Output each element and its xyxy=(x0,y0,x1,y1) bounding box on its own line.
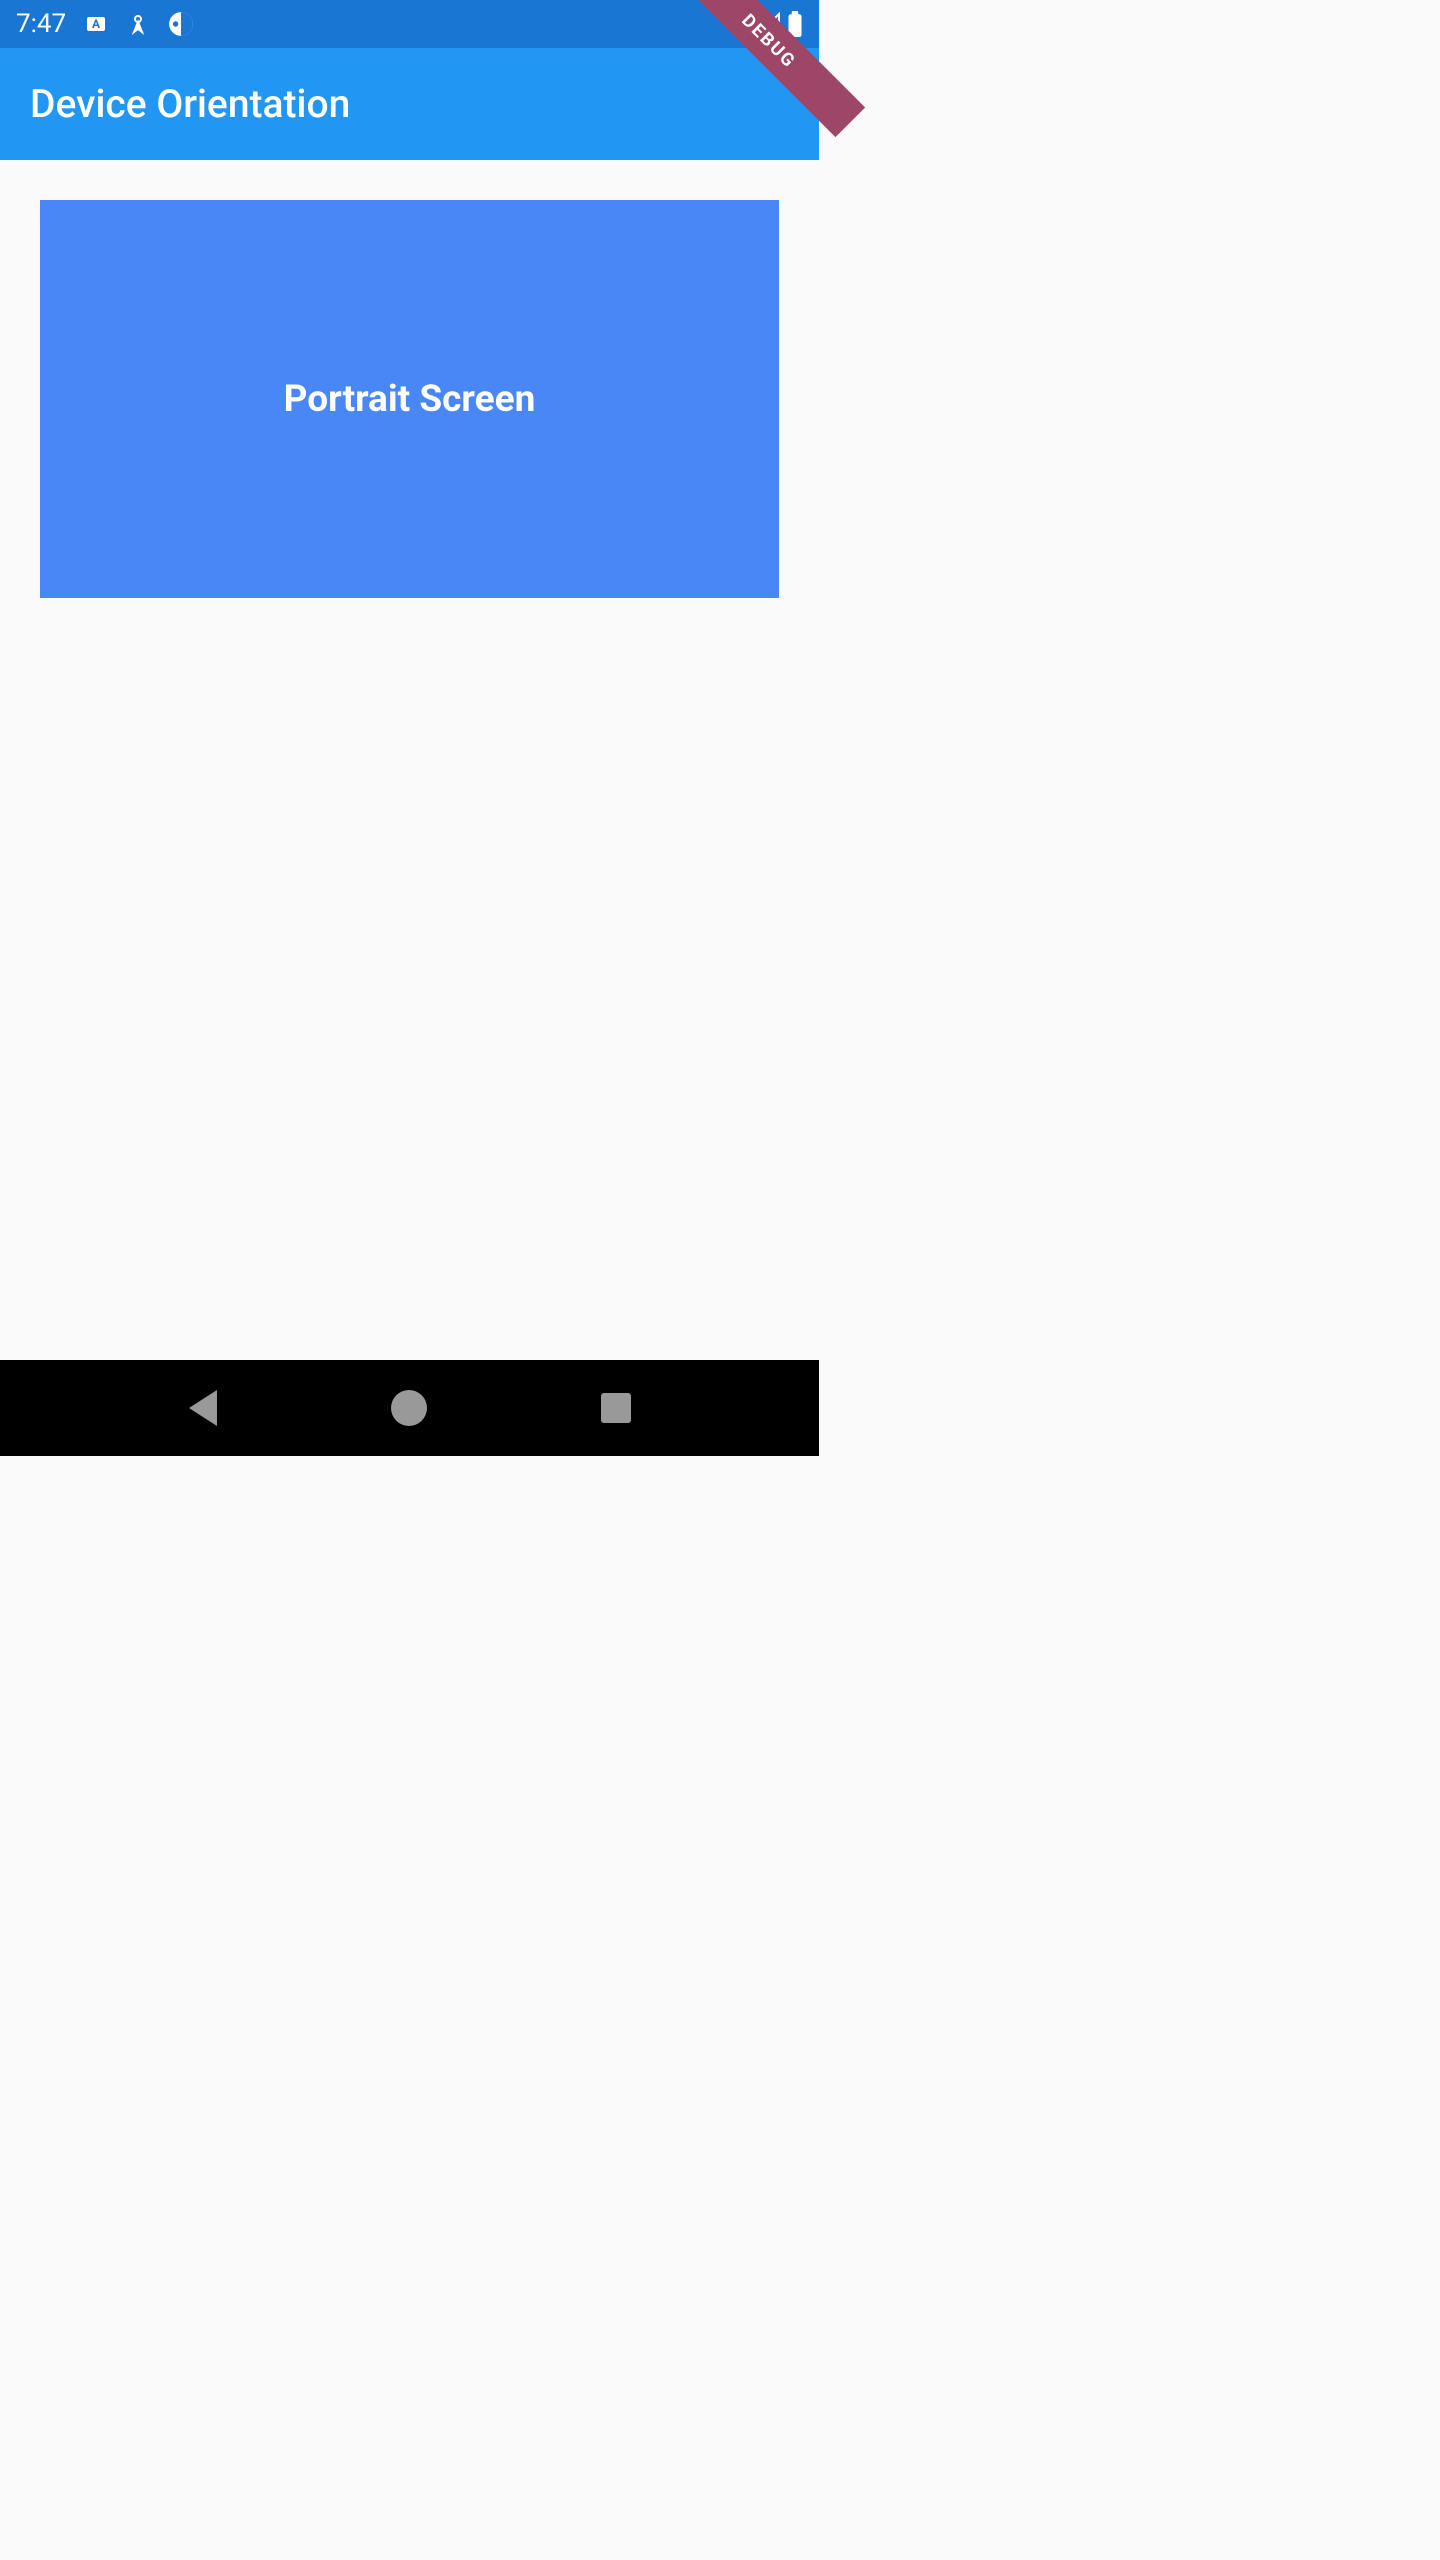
orientation-label: Portrait Screen xyxy=(284,378,536,421)
app-bar: Device Orientation xyxy=(0,48,819,160)
status-left-group: 7:47 A xyxy=(16,9,194,39)
recent-button[interactable] xyxy=(591,1383,641,1433)
recent-square-icon xyxy=(601,1393,631,1423)
keyboard-icon: A xyxy=(84,12,108,36)
content-area: Portrait Screen xyxy=(0,160,819,638)
status-bar: 7:47 A xyxy=(0,0,819,48)
status-time: 7:47 xyxy=(16,9,66,39)
app-icon xyxy=(168,11,194,37)
svg-text:A: A xyxy=(92,17,101,31)
back-button[interactable] xyxy=(178,1383,228,1433)
navigation-bar xyxy=(0,1360,819,1456)
page-title: Device Orientation xyxy=(30,81,350,127)
orientation-card: Portrait Screen xyxy=(40,200,779,598)
back-triangle-icon xyxy=(189,1390,217,1426)
home-circle-icon xyxy=(391,1390,427,1426)
location-icon xyxy=(126,12,150,36)
home-button[interactable] xyxy=(384,1383,434,1433)
